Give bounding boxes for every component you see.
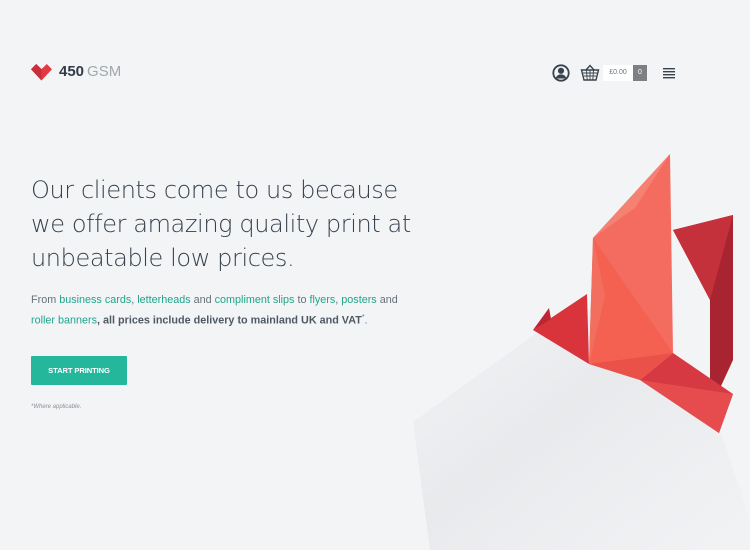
logo-name: GSM [87, 63, 122, 80]
copy-and-2: and [379, 294, 398, 306]
landing-page: 450 GSM £0.00 0 Our clients come to us be… [0, 0, 750, 550]
copy-comma-1: , [131, 294, 135, 306]
logo-wordmark: 450 GSM [59, 62, 121, 82]
compliment-slips-link[interactable]: compliment slips [215, 294, 295, 306]
cart-total[interactable]: £0.00 [603, 65, 633, 81]
delivery-text: , all prices include delivery to mainlan… [97, 314, 362, 327]
site-logo[interactable]: 450 GSM [31, 62, 121, 82]
hamburger-menu-icon[interactable] [662, 66, 676, 80]
flyers-link[interactable]: flyers [309, 294, 335, 306]
basket-icon[interactable] [580, 63, 600, 83]
roller-banners-link[interactable]: roller banners [31, 315, 97, 327]
posters-link[interactable]: posters [341, 294, 376, 306]
start-printing-button[interactable]: START PRINTING [31, 356, 127, 385]
user-icon[interactable] [551, 63, 571, 83]
copy-to: to [297, 294, 307, 306]
letterheads-link[interactable]: letterheads [137, 294, 190, 306]
copy-and-1: and [193, 294, 212, 306]
copy-period: . [364, 314, 368, 327]
copy-comma-2: , [335, 294, 339, 306]
cart-count-badge[interactable]: 0 [633, 65, 647, 81]
hero-description: From business cards, letterheads and com… [31, 292, 406, 330]
heart-logo-icon [31, 63, 52, 80]
copy-from: From [31, 294, 57, 306]
header-tools: £0.00 0 [551, 63, 676, 83]
business-cards-link[interactable]: business cards [59, 294, 131, 306]
hero-headline: Our clients come to us because we offer … [31, 176, 411, 272]
logo-number: 450 [59, 63, 85, 80]
applicable-note: *Where applicable. [31, 404, 82, 410]
